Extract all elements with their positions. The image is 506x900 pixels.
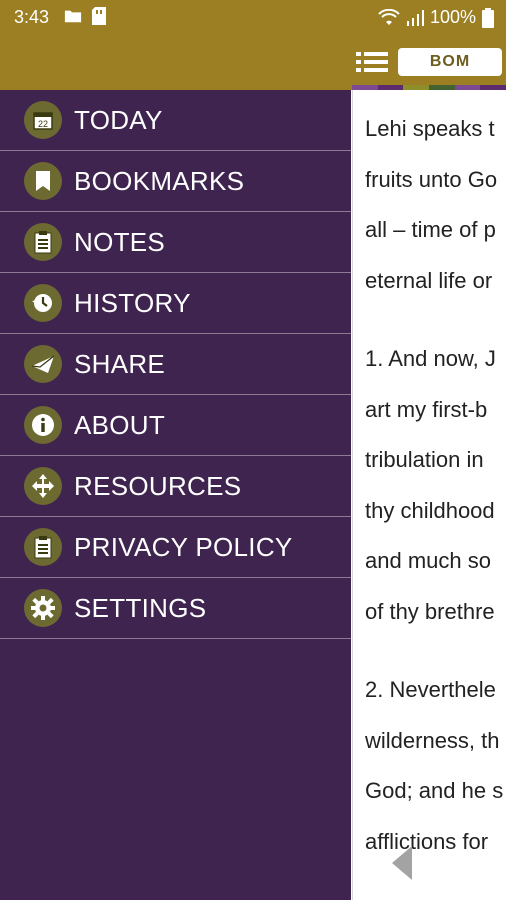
drawer-item-history[interactable]: HISTORY [0,273,351,334]
battery-percent: 100% [429,7,476,27]
reading-content: Lehi speaks t fruits unto Go all – time … [352,90,506,900]
navigation-drawer: 22 TODAY BOOKMARKS NOTES HISTORY SHARE A… [0,90,351,900]
share-icon [24,345,62,383]
privacy-icon [24,528,62,566]
content-line: art my first-b [365,396,488,422]
drawer-item-label: NOTES [74,226,166,257]
paragraph-verse-1: 1. And now, J art my first-b tribulation… [353,334,506,637]
content-line: all – time of p [365,217,496,242]
status-time: 3:43 [14,7,50,27]
drawer-item-label: TODAY [74,104,163,135]
signal-icon [406,9,424,26]
status-bar: 3:43 100% [0,0,506,34]
back-arrow-icon[interactable] [392,846,412,880]
content-line: fruits unto Go [365,166,498,192]
toolbar: BOM [356,48,502,76]
content-line: thy childhood [365,497,495,523]
drawer-item-settings[interactable]: SETTINGS [0,578,351,639]
drawer-item-label: RESOURCES [74,470,242,501]
content-line: and much so [365,548,491,573]
drawer-item-label: ABOUT [74,409,166,440]
drawer-item-label: BOOKMARKS [74,165,245,196]
content-line: eternal life or [365,267,493,293]
drawer-item-about[interactable]: ABOUT [0,395,351,456]
status-left-icons [64,7,106,25]
content-line: God; and he s [365,778,504,803]
content-line: tribulation in [365,447,484,472]
drawer-item-today[interactable]: 22 TODAY [0,90,351,151]
gear-icon [24,589,62,627]
content-line: Lehi speaks t [365,116,495,141]
content-line: afflictions for [365,828,489,854]
content-line: wilderness, th [365,727,500,753]
notes-icon [24,223,62,261]
paragraph-summary: Lehi speaks t fruits unto Go all – time … [353,104,506,306]
resources-icon [24,467,62,505]
history-icon [24,284,62,322]
content-line: of thy brethre [365,598,495,624]
drawer-item-label: SETTINGS [74,592,207,623]
wifi-icon [378,8,400,25]
calendar-day: 22 [38,119,48,129]
menu-list-icon[interactable] [356,50,388,74]
bom-logo-label: BOM [429,53,471,70]
bom-logo[interactable]: BOM [398,48,502,76]
battery-icon [482,7,494,28]
drawer-item-resources[interactable]: RESOURCES [0,456,351,517]
folder-icon [64,10,82,23]
content-line: 1. And now, J [365,346,496,371]
bookmark-icon [24,162,62,200]
info-icon [24,406,62,444]
drawer-item-privacy-policy[interactable]: PRIVACY POLICY [0,517,351,578]
drawer-item-notes[interactable]: NOTES [0,212,351,273]
status-right: 100% [378,7,494,28]
content-line: 2. Neverthele [365,677,496,702]
calendar-icon: 22 [24,101,62,139]
drawer-item-share[interactable]: SHARE [0,334,351,395]
drawer-item-label: SHARE [74,348,166,379]
drawer-item-label: PRIVACY POLICY [74,531,293,562]
drawer-item-label: HISTORY [74,287,191,318]
drawer-item-bookmarks[interactable]: BOOKMARKS [0,151,351,212]
sd-card-icon [92,7,106,25]
paragraph-verse-2: 2. Neverthele wilderness, th God; and he… [353,665,506,867]
